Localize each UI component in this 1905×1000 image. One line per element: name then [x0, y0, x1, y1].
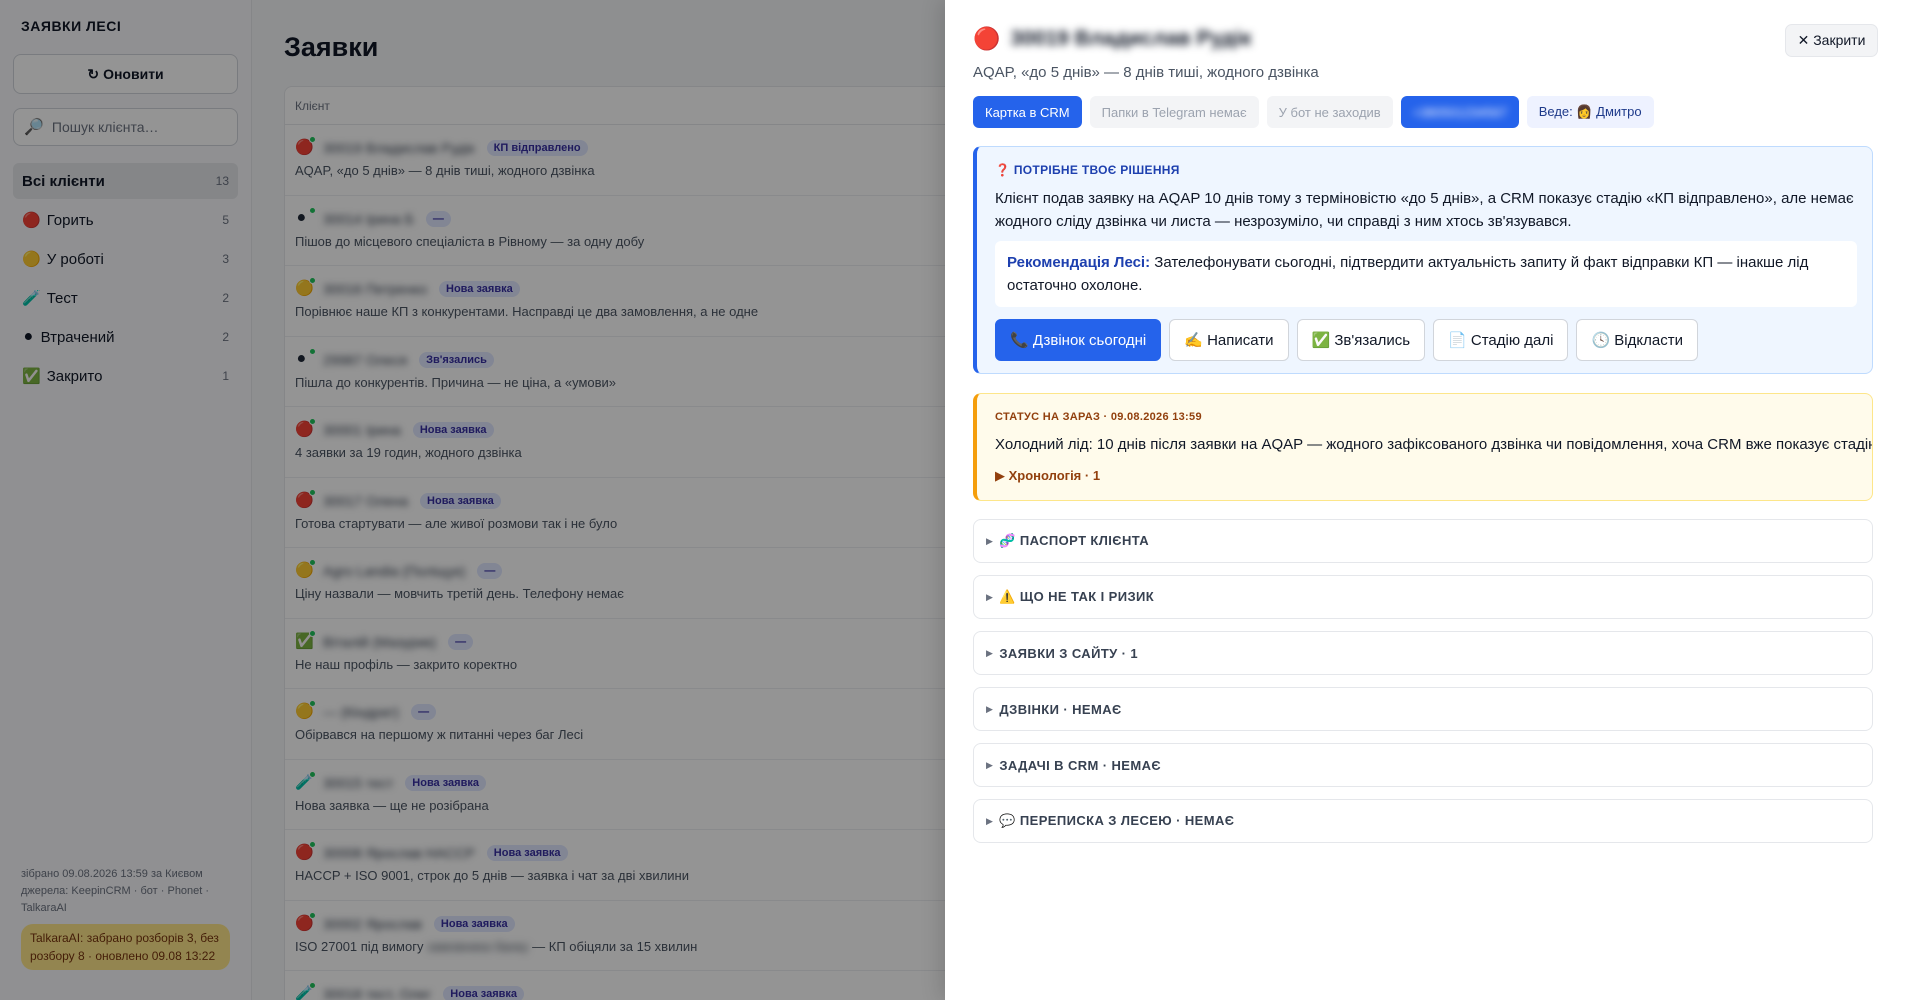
telegram-status: Папки в Telegram немає — [1089, 96, 1259, 128]
client-subtitle: AQAP, «до 5 днів» — 8 днів тиші, жодного… — [973, 64, 1319, 81]
accordion-chat-history[interactable]: ▶ 💬 ПЕРЕПИСКА З ЛЕСЕЮ · НЕМАЄ — [973, 799, 1873, 843]
write-button[interactable]: ✍️ Написати — [1169, 319, 1289, 361]
status-title: СТАТУС НА ЗАРАЗ · 09.08.2026 13:59 — [995, 411, 1202, 423]
modal-overlay[interactable] — [0, 0, 945, 1000]
accordion-label: ЗАДАЧІ В CRM · НЕМАЄ — [999, 757, 1162, 773]
decision-title: ❓ ПОТРІБНЕ ТВОЄ РІШЕННЯ — [995, 163, 1180, 177]
recommendation-label: Рекомендація Лесі: — [1007, 254, 1151, 271]
recommendation: Рекомендація Лесі: Зателефонувати сьогод… — [995, 241, 1857, 307]
accordion-label: ⚠️ ЩО НЕ ТАК І РИЗИК — [999, 589, 1155, 604]
timeline-toggle[interactable]: ▶ Хронологія · 1 — [995, 468, 1100, 484]
phone-number: +380501234567 — [1412, 104, 1508, 120]
panel-header: 🔴 30019 Владислав Рудік — [973, 26, 1251, 52]
next-stage-button[interactable]: 📄 Стадію далі — [1433, 319, 1569, 361]
call-today-button[interactable]: 📞 Дзвінок сьогодні — [995, 319, 1162, 361]
accordion-site-requests[interactable]: ▶ ЗАЯВКИ З САЙТУ · 1 — [973, 631, 1873, 675]
contacted-button[interactable]: ✅ Зв'язались — [1296, 319, 1426, 361]
decision-actions: 📞 Дзвінок сьогодні ✍️ Написати ✅ Зв'язал… — [995, 319, 1698, 361]
accordion-crm-tasks[interactable]: ▶ ЗАДАЧІ В CRM · НЕМАЄ — [973, 743, 1873, 787]
status-card: СТАТУС НА ЗАРАЗ · 09.08.2026 13:59 Холод… — [973, 393, 1873, 501]
accordion-client-passport[interactable]: ▶ 🧬 ПАСПОРТ КЛІЄНТА — [973, 519, 1873, 563]
accordion-risks[interactable]: ▶ ⚠️ ЩО НЕ ТАК І РИЗИК — [973, 575, 1873, 619]
close-button[interactable]: ✕ Закрити — [1785, 24, 1878, 57]
postpone-button[interactable]: 🕓 Відкласти — [1576, 319, 1698, 361]
decision-text: Клієнт подав заявку на AQAP 10 днів тому… — [995, 190, 1854, 230]
triangle-right-icon: ▶ — [986, 815, 994, 826]
triangle-right-icon: ▶ — [986, 647, 994, 658]
bot-status: У бот не заходив — [1266, 96, 1393, 128]
client-detail-panel: 🔴 30019 Владислав Рудік ✕ Закрити AQAP, … — [945, 0, 1905, 1000]
accordion-label: 💬 ПЕРЕПИСКА З ЛЕСЕЮ · НЕМАЄ — [999, 813, 1235, 828]
triangle-right-icon: ▶ — [986, 591, 994, 602]
triangle-right-icon: ▶ — [986, 759, 994, 770]
lead-owner: Веде: 👩 Дмитро — [1526, 96, 1654, 128]
crm-card-button[interactable]: Картка в CRM — [973, 96, 1082, 128]
phone-button[interactable]: +380501234567 — [1400, 96, 1519, 128]
client-name: 30019 Владислав Рудік — [1010, 27, 1252, 50]
accordion-label: ЗАЯВКИ З САЙТУ · 1 — [999, 645, 1139, 661]
decision-card: ❓ ПОТРІБНЕ ТВОЄ РІШЕННЯ Клієнт подав зая… — [973, 146, 1873, 374]
accordion-label: ДЗВІНКИ · НЕМАЄ — [999, 701, 1122, 717]
red-circle-icon: 🔴 — [973, 26, 1001, 51]
accordion-label: 🧬 ПАСПОРТ КЛІЄНТА — [999, 533, 1150, 548]
accordion-calls[interactable]: ▶ ДЗВІНКИ · НЕМАЄ — [973, 687, 1873, 731]
client-links: Картка в CRM Папки в Telegram немає У бо… — [973, 96, 1654, 128]
triangle-right-icon: ▶ — [986, 535, 994, 546]
status-text: Холодний лід: 10 днів після заявки на AQ… — [995, 436, 1873, 453]
triangle-right-icon: ▶ — [986, 703, 994, 714]
